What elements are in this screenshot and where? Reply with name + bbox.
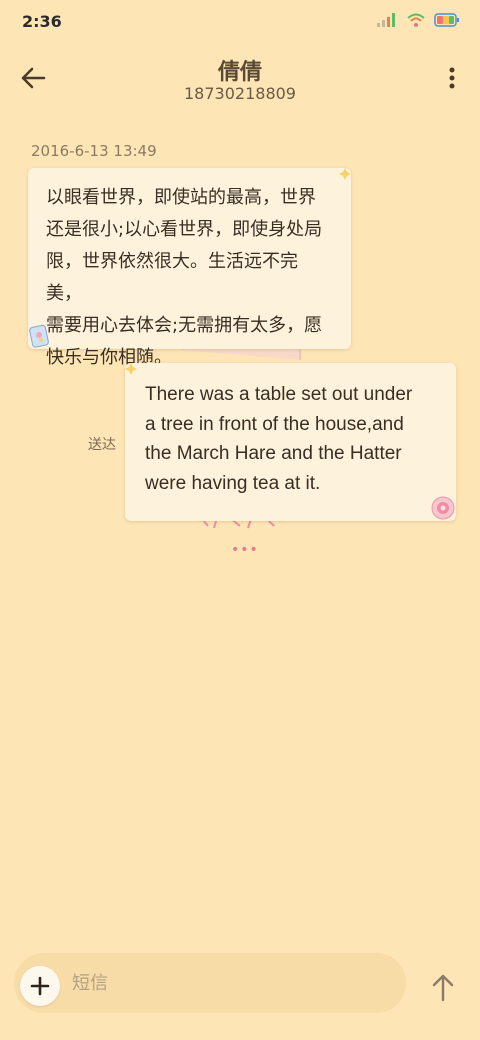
- more-dots: •••: [231, 542, 259, 558]
- user-avatar: [431, 496, 455, 520]
- outgoing-message-bubble[interactable]: There was a table set out under a tree i…: [125, 363, 456, 521]
- message-line: were having tea at it.: [145, 472, 321, 494]
- send-button[interactable]: [428, 970, 458, 1004]
- add-attachment-button[interactable]: [20, 966, 60, 1006]
- incoming-message-bubble[interactable]: 以眼看世界，即使站的最高，世界 还是很小;以心看世界，即使身处局 限，世界依然很…: [28, 168, 351, 368]
- message-line: 还是很小;以心看世界，即使身处局: [46, 219, 323, 240]
- more-options-button[interactable]: [444, 60, 460, 96]
- message-line: the March Hare and the Hatter: [145, 443, 402, 464]
- status-time: 2:36: [22, 12, 62, 31]
- contact-avatar: [29, 324, 49, 348]
- message-line: 以眼看世界，即使站的最高，世界: [46, 187, 316, 208]
- message-line: a tree in front of the house,and: [145, 413, 404, 435]
- status-bar: 2:36: [0, 0, 480, 44]
- contact-name: 倩倩: [217, 60, 262, 85]
- signal-icon: [377, 13, 395, 27]
- wifi-icon: [407, 13, 425, 27]
- status-icons: [376, 12, 460, 28]
- star-sticker-icon: [125, 363, 137, 375]
- battery-icon: [434, 13, 459, 27]
- message-line: 需要用心去体会;无需拥有太多，愿: [46, 315, 323, 336]
- more-vertical-icon: [449, 67, 455, 89]
- message-timestamp: 2016-6-13 13:49: [31, 142, 157, 160]
- message-line: There was a table set out under: [145, 384, 413, 405]
- arrow-up-icon: [432, 974, 454, 1002]
- message-line: 限，世界依然很大。生活远不完美，: [46, 251, 298, 304]
- delivery-status: 送达: [88, 437, 116, 453]
- sms-input[interactable]: [72, 965, 392, 1001]
- star-sticker-icon: [339, 168, 351, 180]
- phone-number: 18730218809: [184, 84, 296, 103]
- plus-icon: [30, 976, 50, 996]
